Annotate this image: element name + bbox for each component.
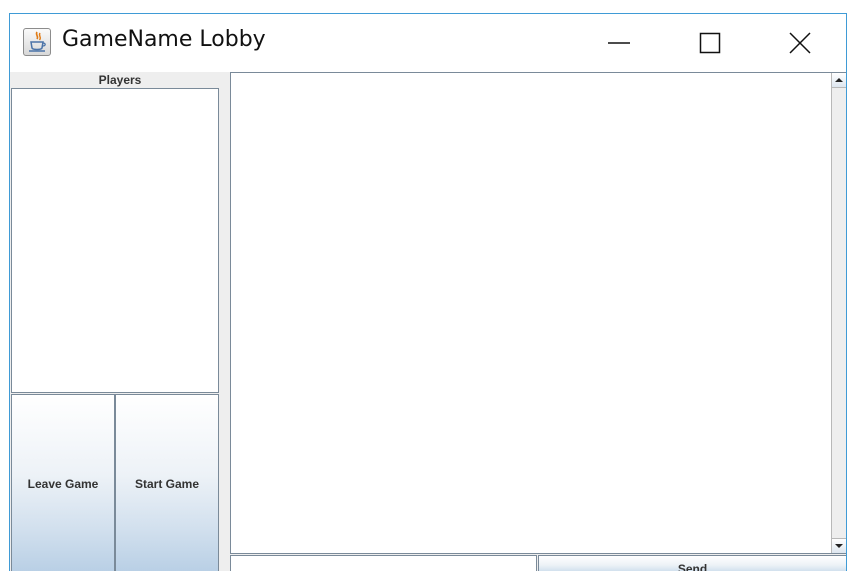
send-label: Send [677,562,708,571]
players-list[interactable] [11,88,219,393]
java-app-icon[interactable] [23,28,51,56]
leave-game-button[interactable]: Leave Game [11,394,115,571]
window-title: GameName Lobby [62,27,266,52]
start-game-label: Start Game [134,477,200,491]
maximize-icon[interactable] [687,14,733,72]
chat-scrollbar[interactable] [831,73,846,553]
players-header: Players [98,73,142,87]
close-icon[interactable] [777,14,823,72]
scroll-up-icon[interactable] [832,73,846,88]
minimize-icon[interactable] [596,14,642,72]
chat-log[interactable] [230,72,846,554]
start-game-button[interactable]: Start Game [115,394,219,571]
send-button[interactable]: Send [538,555,846,571]
message-input[interactable] [230,555,537,571]
title-bar[interactable]: GameName Lobby [10,14,846,72]
lobby-window: GameName Lobby Players Leave Game Start … [9,13,847,571]
scroll-down-icon[interactable] [832,538,846,553]
leave-game-label: Leave Game [27,477,99,491]
